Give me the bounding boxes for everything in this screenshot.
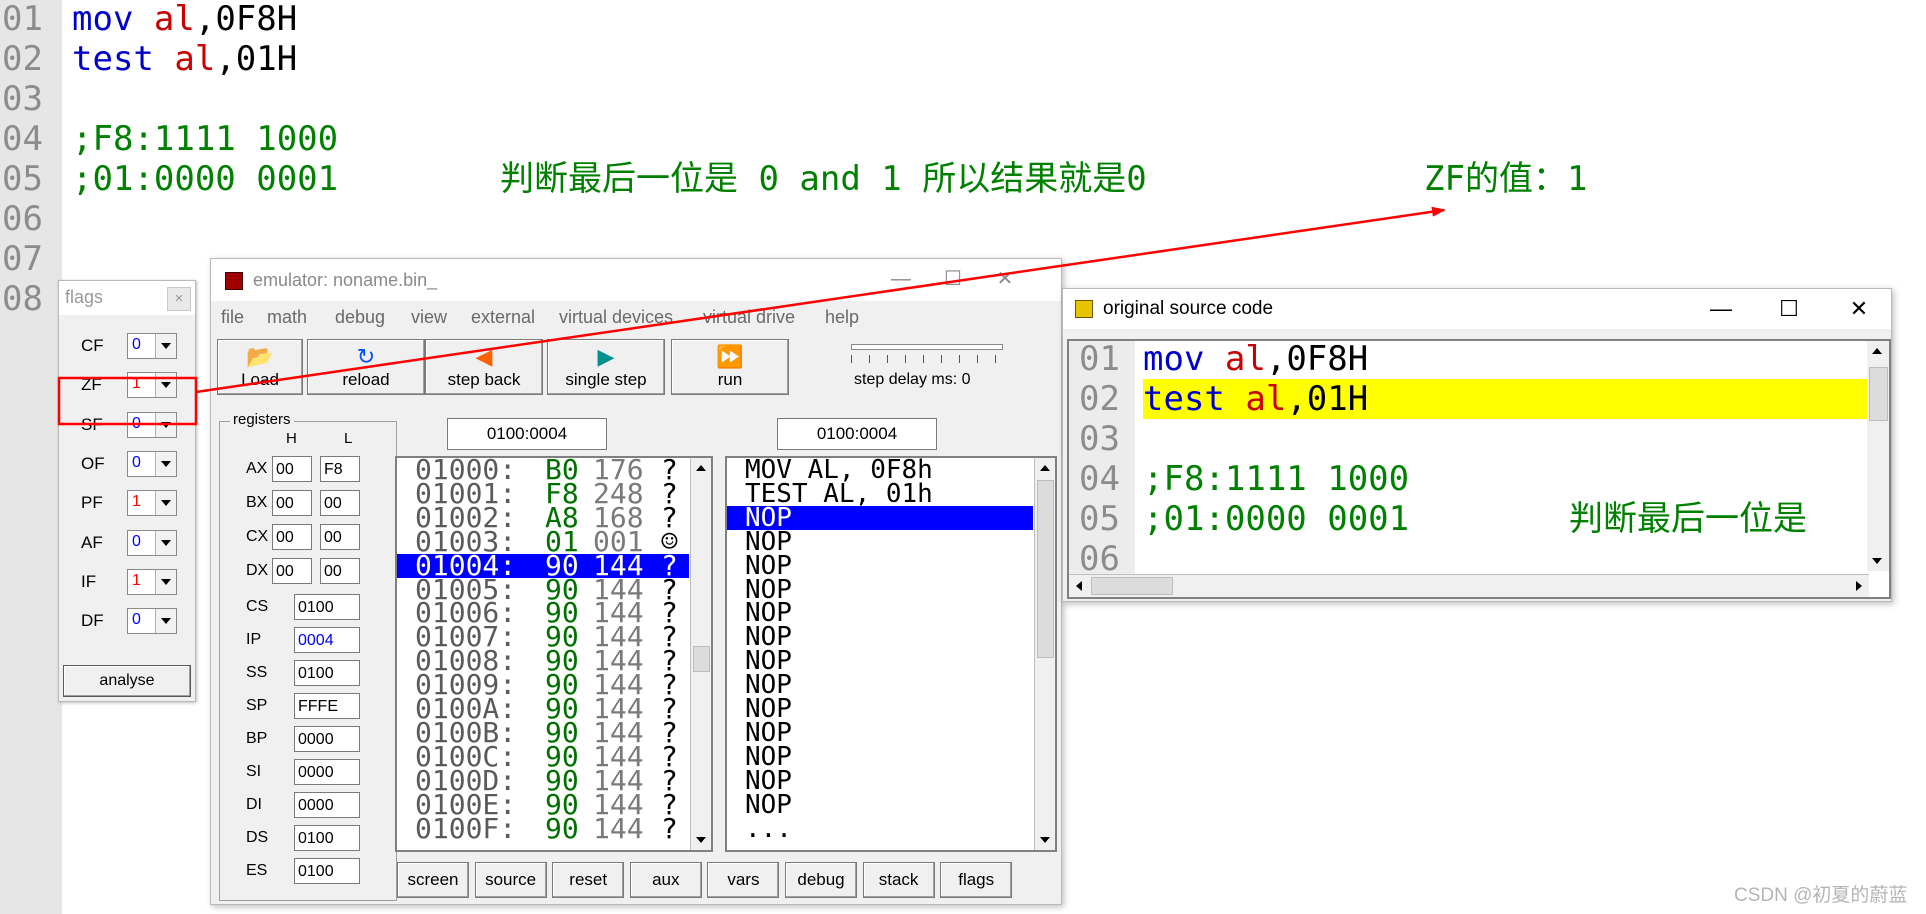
annotation-arrow (195, 206, 1446, 394)
zf-highlight-box (57, 376, 198, 426)
annotation-layer (57, 206, 1446, 426)
